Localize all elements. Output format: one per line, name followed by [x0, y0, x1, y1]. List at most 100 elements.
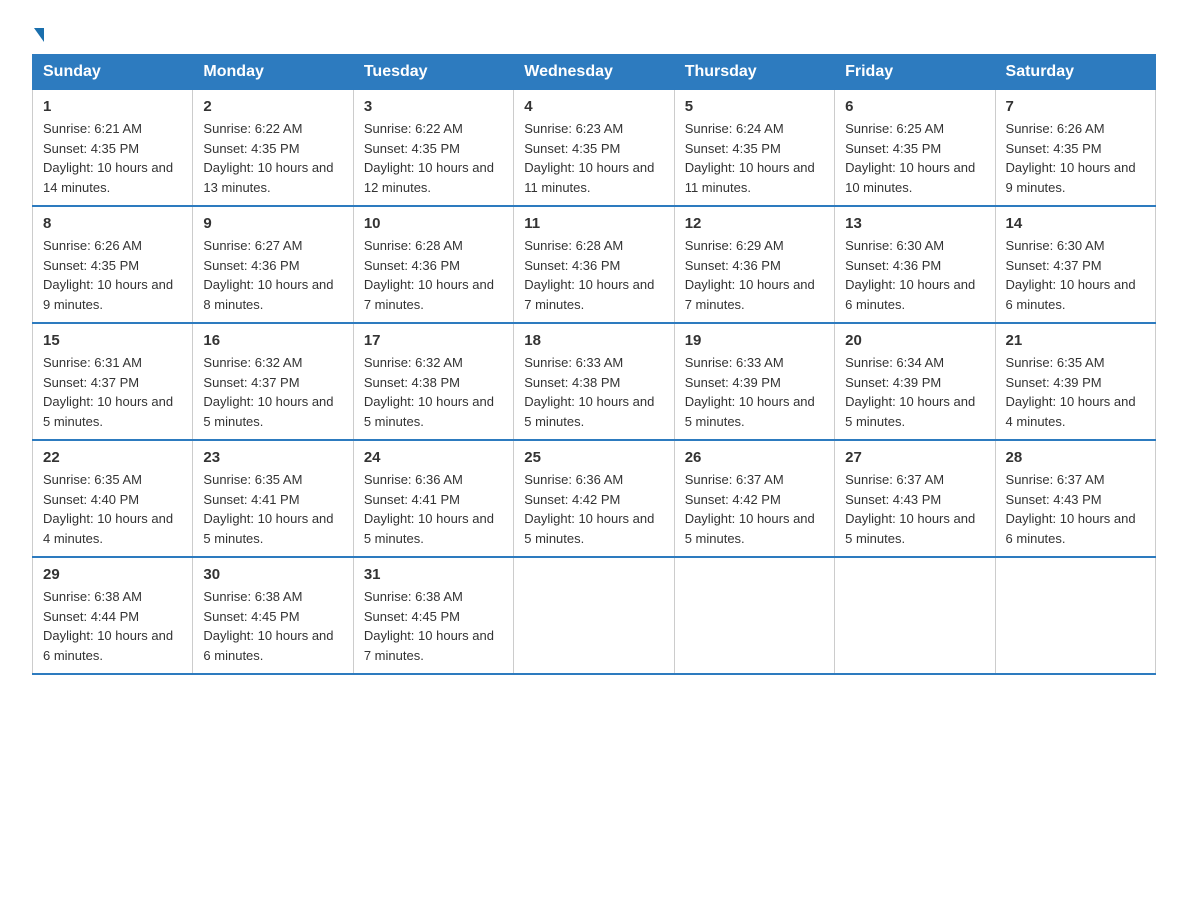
calendar-day-cell: 4 Sunrise: 6:23 AMSunset: 4:35 PMDayligh…	[514, 90, 674, 207]
day-info: Sunrise: 6:25 AMSunset: 4:35 PMDaylight:…	[845, 119, 984, 197]
calendar-day-cell: 3 Sunrise: 6:22 AMSunset: 4:35 PMDayligh…	[353, 90, 513, 207]
day-number: 21	[1006, 332, 1145, 349]
calendar-day-cell: 7 Sunrise: 6:26 AMSunset: 4:35 PMDayligh…	[995, 90, 1155, 207]
calendar-header-saturday: Saturday	[995, 55, 1155, 90]
day-number: 26	[685, 449, 824, 466]
day-number: 10	[364, 215, 503, 232]
calendar-header-tuesday: Tuesday	[353, 55, 513, 90]
day-info: Sunrise: 6:35 AMSunset: 4:40 PMDaylight:…	[43, 470, 182, 548]
day-number: 6	[845, 98, 984, 115]
calendar-day-cell: 19 Sunrise: 6:33 AMSunset: 4:39 PMDaylig…	[674, 323, 834, 440]
day-number: 25	[524, 449, 663, 466]
calendar-day-cell	[674, 557, 834, 674]
day-number: 13	[845, 215, 984, 232]
day-info: Sunrise: 6:23 AMSunset: 4:35 PMDaylight:…	[524, 119, 663, 197]
calendar-day-cell	[835, 557, 995, 674]
calendar-day-cell	[995, 557, 1155, 674]
day-info: Sunrise: 6:33 AMSunset: 4:39 PMDaylight:…	[685, 353, 824, 431]
day-number: 8	[43, 215, 182, 232]
day-info: Sunrise: 6:30 AMSunset: 4:36 PMDaylight:…	[845, 236, 984, 314]
calendar-day-cell: 18 Sunrise: 6:33 AMSunset: 4:38 PMDaylig…	[514, 323, 674, 440]
calendar-day-cell: 21 Sunrise: 6:35 AMSunset: 4:39 PMDaylig…	[995, 323, 1155, 440]
calendar-header-friday: Friday	[835, 55, 995, 90]
day-info: Sunrise: 6:37 AMSunset: 4:43 PMDaylight:…	[1006, 470, 1145, 548]
day-info: Sunrise: 6:29 AMSunset: 4:36 PMDaylight:…	[685, 236, 824, 314]
day-number: 23	[203, 449, 342, 466]
calendar-day-cell: 8 Sunrise: 6:26 AMSunset: 4:35 PMDayligh…	[33, 206, 193, 323]
calendar-header-thursday: Thursday	[674, 55, 834, 90]
calendar-week-row: 22 Sunrise: 6:35 AMSunset: 4:40 PMDaylig…	[33, 440, 1156, 557]
page-header	[32, 24, 1156, 42]
calendar-header-row: SundayMondayTuesdayWednesdayThursdayFrid…	[33, 55, 1156, 90]
day-number: 14	[1006, 215, 1145, 232]
day-number: 4	[524, 98, 663, 115]
calendar-table: SundayMondayTuesdayWednesdayThursdayFrid…	[32, 54, 1156, 675]
day-number: 9	[203, 215, 342, 232]
calendar-day-cell: 13 Sunrise: 6:30 AMSunset: 4:36 PMDaylig…	[835, 206, 995, 323]
day-number: 29	[43, 566, 182, 583]
calendar-day-cell: 30 Sunrise: 6:38 AMSunset: 4:45 PMDaylig…	[193, 557, 353, 674]
calendar-day-cell: 6 Sunrise: 6:25 AMSunset: 4:35 PMDayligh…	[835, 90, 995, 207]
day-info: Sunrise: 6:32 AMSunset: 4:38 PMDaylight:…	[364, 353, 503, 431]
day-number: 27	[845, 449, 984, 466]
day-number: 2	[203, 98, 342, 115]
day-info: Sunrise: 6:33 AMSunset: 4:38 PMDaylight:…	[524, 353, 663, 431]
calendar-day-cell: 29 Sunrise: 6:38 AMSunset: 4:44 PMDaylig…	[33, 557, 193, 674]
day-number: 18	[524, 332, 663, 349]
calendar-day-cell: 23 Sunrise: 6:35 AMSunset: 4:41 PMDaylig…	[193, 440, 353, 557]
day-number: 28	[1006, 449, 1145, 466]
calendar-header-sunday: Sunday	[33, 55, 193, 90]
calendar-day-cell: 2 Sunrise: 6:22 AMSunset: 4:35 PMDayligh…	[193, 90, 353, 207]
day-number: 15	[43, 332, 182, 349]
calendar-week-row: 15 Sunrise: 6:31 AMSunset: 4:37 PMDaylig…	[33, 323, 1156, 440]
day-info: Sunrise: 6:24 AMSunset: 4:35 PMDaylight:…	[685, 119, 824, 197]
calendar-day-cell: 16 Sunrise: 6:32 AMSunset: 4:37 PMDaylig…	[193, 323, 353, 440]
logo-arrow-icon	[34, 28, 44, 42]
calendar-day-cell: 31 Sunrise: 6:38 AMSunset: 4:45 PMDaylig…	[353, 557, 513, 674]
day-info: Sunrise: 6:26 AMSunset: 4:35 PMDaylight:…	[1006, 119, 1145, 197]
day-info: Sunrise: 6:34 AMSunset: 4:39 PMDaylight:…	[845, 353, 984, 431]
calendar-day-cell: 11 Sunrise: 6:28 AMSunset: 4:36 PMDaylig…	[514, 206, 674, 323]
calendar-day-cell: 20 Sunrise: 6:34 AMSunset: 4:39 PMDaylig…	[835, 323, 995, 440]
calendar-week-row: 1 Sunrise: 6:21 AMSunset: 4:35 PMDayligh…	[33, 90, 1156, 207]
calendar-header-wednesday: Wednesday	[514, 55, 674, 90]
day-number: 12	[685, 215, 824, 232]
day-info: Sunrise: 6:22 AMSunset: 4:35 PMDaylight:…	[203, 119, 342, 197]
day-info: Sunrise: 6:27 AMSunset: 4:36 PMDaylight:…	[203, 236, 342, 314]
calendar-day-cell: 12 Sunrise: 6:29 AMSunset: 4:36 PMDaylig…	[674, 206, 834, 323]
day-number: 16	[203, 332, 342, 349]
day-info: Sunrise: 6:30 AMSunset: 4:37 PMDaylight:…	[1006, 236, 1145, 314]
day-number: 7	[1006, 98, 1145, 115]
day-number: 19	[685, 332, 824, 349]
calendar-day-cell: 5 Sunrise: 6:24 AMSunset: 4:35 PMDayligh…	[674, 90, 834, 207]
calendar-day-cell: 15 Sunrise: 6:31 AMSunset: 4:37 PMDaylig…	[33, 323, 193, 440]
day-info: Sunrise: 6:26 AMSunset: 4:35 PMDaylight:…	[43, 236, 182, 314]
day-number: 24	[364, 449, 503, 466]
day-info: Sunrise: 6:28 AMSunset: 4:36 PMDaylight:…	[364, 236, 503, 314]
day-info: Sunrise: 6:21 AMSunset: 4:35 PMDaylight:…	[43, 119, 182, 197]
calendar-week-row: 29 Sunrise: 6:38 AMSunset: 4:44 PMDaylig…	[33, 557, 1156, 674]
calendar-day-cell: 26 Sunrise: 6:37 AMSunset: 4:42 PMDaylig…	[674, 440, 834, 557]
calendar-day-cell: 14 Sunrise: 6:30 AMSunset: 4:37 PMDaylig…	[995, 206, 1155, 323]
day-number: 22	[43, 449, 182, 466]
calendar-day-cell: 25 Sunrise: 6:36 AMSunset: 4:42 PMDaylig…	[514, 440, 674, 557]
calendar-week-row: 8 Sunrise: 6:26 AMSunset: 4:35 PMDayligh…	[33, 206, 1156, 323]
day-number: 17	[364, 332, 503, 349]
day-number: 30	[203, 566, 342, 583]
day-info: Sunrise: 6:37 AMSunset: 4:42 PMDaylight:…	[685, 470, 824, 548]
day-info: Sunrise: 6:36 AMSunset: 4:42 PMDaylight:…	[524, 470, 663, 548]
day-info: Sunrise: 6:31 AMSunset: 4:37 PMDaylight:…	[43, 353, 182, 431]
day-number: 20	[845, 332, 984, 349]
day-info: Sunrise: 6:35 AMSunset: 4:39 PMDaylight:…	[1006, 353, 1145, 431]
day-info: Sunrise: 6:32 AMSunset: 4:37 PMDaylight:…	[203, 353, 342, 431]
day-number: 11	[524, 215, 663, 232]
day-info: Sunrise: 6:38 AMSunset: 4:45 PMDaylight:…	[364, 587, 503, 665]
day-info: Sunrise: 6:22 AMSunset: 4:35 PMDaylight:…	[364, 119, 503, 197]
calendar-day-cell	[514, 557, 674, 674]
day-number: 5	[685, 98, 824, 115]
calendar-day-cell: 17 Sunrise: 6:32 AMSunset: 4:38 PMDaylig…	[353, 323, 513, 440]
day-number: 31	[364, 566, 503, 583]
calendar-day-cell: 10 Sunrise: 6:28 AMSunset: 4:36 PMDaylig…	[353, 206, 513, 323]
day-info: Sunrise: 6:28 AMSunset: 4:36 PMDaylight:…	[524, 236, 663, 314]
calendar-day-cell: 9 Sunrise: 6:27 AMSunset: 4:36 PMDayligh…	[193, 206, 353, 323]
